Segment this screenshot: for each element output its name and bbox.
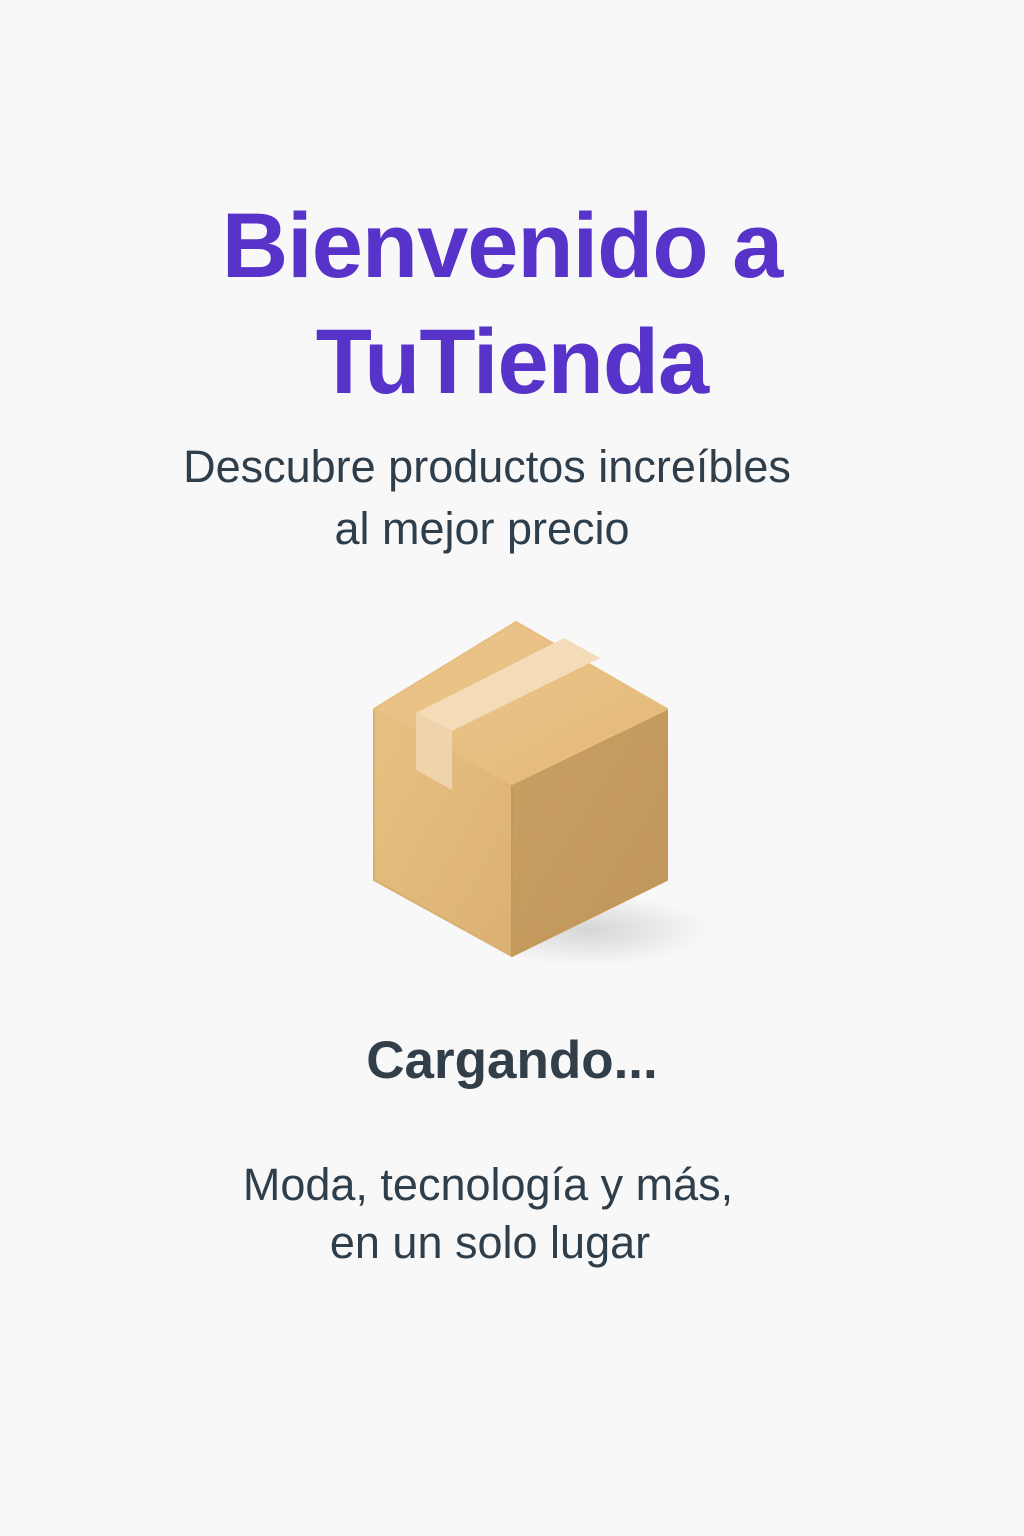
tagline-line-1: Descubre productos increíbles bbox=[183, 441, 791, 492]
footer-tagline-line-2: en un solo lugar bbox=[329, 1217, 651, 1268]
welcome-title: Bienvenido a TuTienda bbox=[0, 188, 1024, 420]
package-box-icon bbox=[340, 600, 720, 980]
splash-screen: Bienvenido a TuTienda Descubre productos… bbox=[0, 0, 1024, 1536]
footer-tagline: Moda, tecnología y más, en un solo lugar bbox=[0, 1156, 1024, 1272]
footer-tagline-line-1: Moda, tecnología y más, bbox=[242, 1159, 734, 1210]
welcome-title-line-2: TuTienda bbox=[315, 311, 709, 413]
loading-text: Cargando... bbox=[366, 1031, 658, 1090]
tagline-line-2: al mejor precio bbox=[334, 503, 630, 554]
tagline: Descubre productos increíbles al mejor p… bbox=[0, 436, 1024, 560]
welcome-title-line-1: Bienvenido a bbox=[221, 195, 784, 297]
